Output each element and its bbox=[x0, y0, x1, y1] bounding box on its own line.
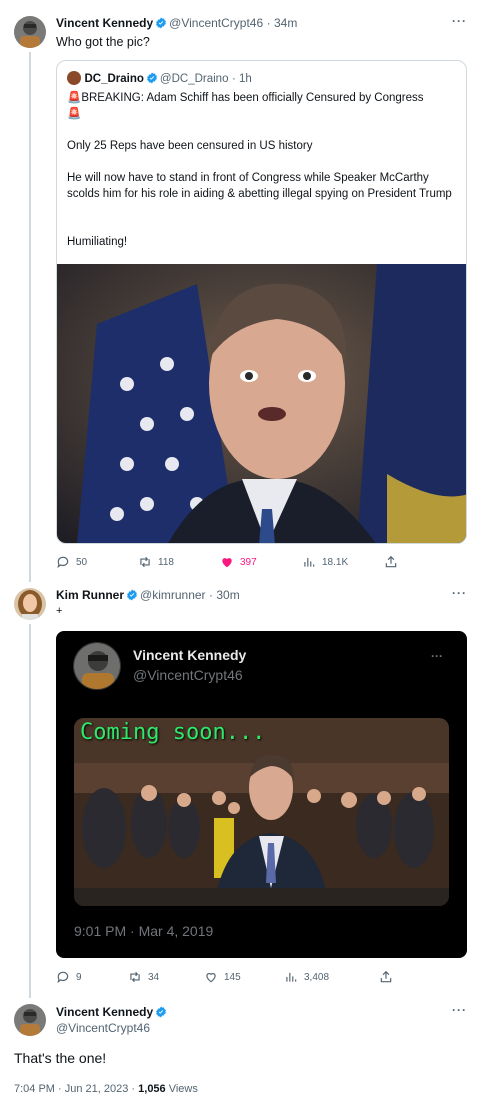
tweet3-author-name[interactable]: Vincent Kennedy bbox=[56, 1005, 153, 1019]
quote-line3: He will now have to stand in front of Co… bbox=[67, 172, 452, 200]
like-button[interactable]: 145 bbox=[204, 970, 284, 984]
like-count: 145 bbox=[224, 971, 241, 983]
tweet2-text: + bbox=[56, 605, 63, 617]
tweet2-header: Kim Runner @kimrunner · 30m bbox=[56, 588, 240, 602]
avatar-vincent[interactable] bbox=[14, 1004, 46, 1036]
tweet1-more-button[interactable]: ··· bbox=[452, 14, 467, 28]
reply-button[interactable]: 9 bbox=[56, 970, 128, 984]
tweet1-handle[interactable]: @VincentCrypt46 bbox=[169, 16, 263, 30]
tweet3-views-count: 1,056 bbox=[138, 1083, 166, 1095]
tweet1-header: Vincent Kennedy @VincentCrypt46 · 34m bbox=[56, 16, 297, 30]
card-handle: @VincentCrypt46 bbox=[133, 667, 243, 683]
heart-filled-icon bbox=[222, 558, 232, 568]
quote-siren-emoji: 🚨 bbox=[67, 108, 82, 120]
tweet1-text: Who got the pic? bbox=[56, 35, 150, 49]
tweet3-author: Vincent Kennedy bbox=[56, 1005, 169, 1019]
quote-breaking-line: 🚨BREAKING: Adam Schiff has been official… bbox=[67, 92, 424, 104]
share-button[interactable] bbox=[379, 970, 393, 984]
tweet1-author-name[interactable]: Vincent Kennedy bbox=[56, 16, 153, 30]
heart-icon bbox=[206, 973, 216, 983]
reply-count: 50 bbox=[76, 556, 88, 568]
tweet2-handle[interactable]: @kimrunner bbox=[140, 588, 206, 602]
tweet2-more-button[interactable]: ··· bbox=[452, 586, 467, 600]
quote-line2: Only 25 Reps have been censured in US hi… bbox=[67, 140, 313, 152]
tweet3-views-label: Views bbox=[165, 1083, 198, 1095]
retweet-icon bbox=[130, 971, 140, 983]
thread-line bbox=[29, 52, 31, 582]
views-chart-icon bbox=[304, 557, 315, 567]
retweet-count: 34 bbox=[148, 971, 160, 983]
tweet3-meta: 7:04 PM · Jun 21, 2023 · 1,056 Views bbox=[14, 1083, 198, 1095]
share-icon bbox=[385, 555, 397, 568]
share-button[interactable] bbox=[384, 555, 398, 569]
views-button[interactable]: 3,408 bbox=[284, 970, 379, 984]
reply-icon bbox=[57, 556, 69, 569]
retweet-icon bbox=[140, 556, 150, 568]
verified-badge-icon bbox=[156, 1006, 167, 1018]
card-date: 9:01 PM · Mar 4, 2019 bbox=[74, 923, 214, 939]
retweet-button[interactable]: 34 bbox=[128, 970, 204, 984]
views-count: 18.1K bbox=[322, 556, 349, 568]
thread-line bbox=[29, 624, 31, 998]
quoted-tweet[interactable]: DC_Draino @DC_Draino · 1h 🚨BREAKING: Adam… bbox=[56, 60, 467, 544]
card-avatar bbox=[73, 642, 121, 690]
reply-button[interactable]: 50 bbox=[56, 555, 138, 569]
attached-screenshot[interactable]: Vincent Kennedy @VincentCrypt46 ··· Comi… bbox=[56, 631, 467, 958]
like-count: 397 bbox=[240, 556, 257, 568]
quote-photo[interactable] bbox=[57, 264, 466, 543]
quote-header: DC_Draino @DC_Draino · 1h bbox=[67, 71, 252, 85]
tweet2-actions: 9 34 145 3,408 bbox=[56, 970, 401, 984]
like-button[interactable]: 397 bbox=[220, 555, 302, 569]
reply-icon bbox=[57, 971, 69, 984]
retweet-button[interactable]: 118 bbox=[138, 555, 220, 569]
tweet1-actions: 50 118 397 18.1K bbox=[56, 555, 401, 569]
reply-count: 9 bbox=[76, 971, 82, 983]
card-photo: Coming soon... bbox=[74, 718, 449, 906]
quote-author-name: DC_Draino bbox=[84, 73, 144, 85]
tweet2-author-name[interactable]: Kim Runner bbox=[56, 588, 124, 602]
card-more-icon: ··· bbox=[431, 649, 443, 663]
avatar-vincent[interactable] bbox=[14, 16, 46, 48]
verified-badge-icon bbox=[146, 72, 157, 84]
views-count: 3,408 bbox=[304, 971, 330, 983]
quote-handle: @DC_Draino bbox=[159, 73, 229, 85]
avatar-dc-draino bbox=[67, 71, 81, 85]
avatar-kim[interactable] bbox=[14, 588, 46, 620]
views-chart-icon bbox=[286, 972, 297, 982]
tweet3-timestamp[interactable]: 7:04 PM · Jun 21, 2023 · bbox=[14, 1083, 138, 1095]
quote-time: · 1h bbox=[231, 73, 252, 85]
verified-badge-icon bbox=[127, 589, 137, 601]
tweet1-time[interactable]: · 34m bbox=[267, 16, 298, 30]
tweet3-more-button[interactable]: ··· bbox=[452, 1003, 467, 1017]
tweet3-handle[interactable]: @VincentCrypt46 bbox=[56, 1021, 150, 1035]
tweet3-text: That's the one! bbox=[14, 1050, 107, 1066]
share-icon bbox=[380, 970, 392, 983]
tweet2-time[interactable]: · 30m bbox=[209, 588, 240, 602]
coming-soon-overlay: Coming soon... bbox=[80, 720, 266, 745]
views-button[interactable]: 18.1K bbox=[302, 555, 384, 569]
quote-line4: Humiliating! bbox=[67, 236, 128, 248]
card-author-name: Vincent Kennedy bbox=[133, 647, 247, 663]
verified-badge-icon bbox=[156, 17, 167, 29]
retweet-count: 118 bbox=[158, 556, 174, 568]
